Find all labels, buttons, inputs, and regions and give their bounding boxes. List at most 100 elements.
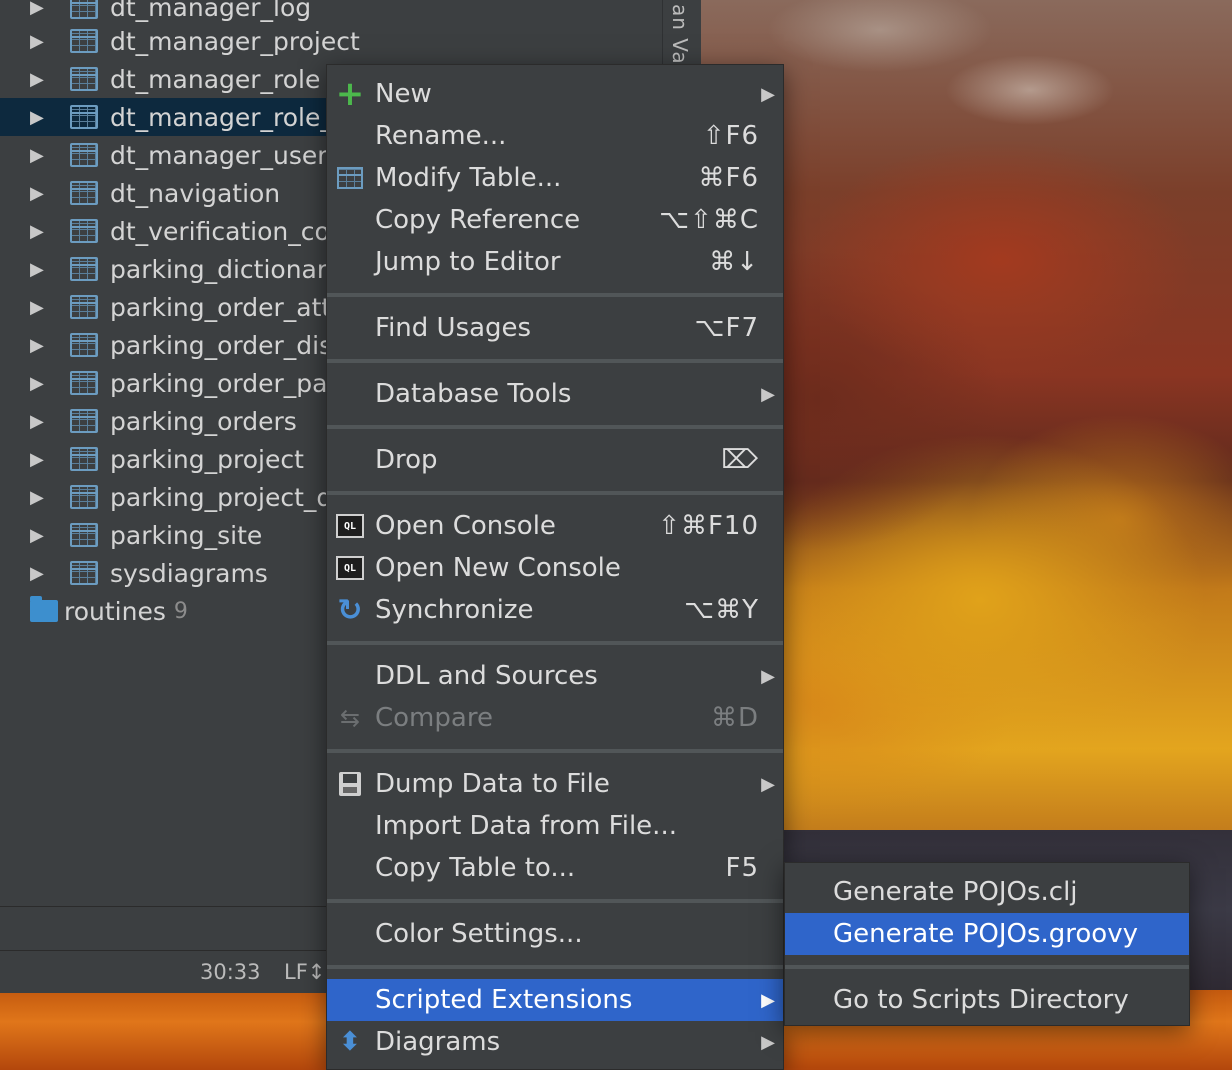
submenu-arrow-icon: ▶ [761, 1031, 775, 1053]
menu-separator [327, 641, 783, 645]
tree-row-label: dt_manager_role_ [110, 102, 333, 132]
tree-row-label: dt_navigation [110, 178, 281, 208]
menu-item-synchronize[interactable]: ↻ Synchronize ⌥⌘Y [327, 589, 783, 631]
expand-arrow-icon[interactable]: ▶ [30, 259, 50, 280]
menu-item-label: Copy Reference [375, 205, 581, 235]
menu-item-label: Diagrams [375, 1027, 501, 1057]
menu-item-database-tools[interactable]: Database Tools ▶ [327, 373, 783, 415]
menu-item-label: Import Data from File... [375, 811, 677, 841]
tool-strip-label[interactable]: an Val [668, 4, 692, 71]
menu-item-modify-table[interactable]: Modify Table... ⌘F6 [327, 157, 783, 199]
menu-separator [327, 425, 783, 429]
table-icon [70, 105, 98, 129]
menu-item-label: Open Console [375, 511, 556, 541]
menu-item-label: New [375, 79, 432, 109]
plus-icon: + [335, 74, 365, 114]
expand-arrow-icon[interactable]: ▶ [30, 31, 50, 52]
menu-separator [327, 491, 783, 495]
routines-count: 9 [173, 598, 188, 624]
expand-arrow-icon[interactable]: ▶ [30, 525, 50, 546]
tree-row-label: parking_project_d [110, 482, 333, 512]
menu-item-shortcut: ⌘D [710, 703, 759, 733]
expand-arrow-icon[interactable]: ▶ [30, 449, 50, 470]
table-icon [70, 181, 98, 205]
line-ending-selector[interactable]: LF↕ [284, 960, 325, 984]
table-icon [70, 447, 98, 471]
expand-arrow-icon[interactable]: ▶ [30, 183, 50, 204]
menu-item-label: Compare [375, 703, 493, 733]
submenu-item-go-to-scripts-directory[interactable]: Go to Scripts Directory [785, 979, 1189, 1021]
menu-item-label: Drop [375, 445, 438, 475]
menu-item-import-data[interactable]: Import Data from File... [327, 805, 783, 847]
menu-separator [327, 965, 783, 969]
table-icon [70, 29, 98, 53]
diagram-icon: ⬍ [339, 1027, 361, 1057]
menu-item-copy-reference[interactable]: Copy Reference ⌥⇧⌘C [327, 199, 783, 241]
table-icon [70, 257, 98, 281]
submenu-item-generate-pojos-clj[interactable]: Generate POJOs.clj [785, 871, 1189, 913]
caret-position[interactable]: 30:33 [200, 960, 261, 984]
menu-item-scripted-extensions[interactable]: Scripted Extensions ▶ [327, 979, 783, 1021]
menu-item-label: Copy Table to... [375, 853, 576, 883]
menu-item-compare[interactable]: ⇆ Compare ⌘D [327, 697, 783, 739]
expand-arrow-icon[interactable]: ▶ [30, 563, 50, 584]
menu-item-copy-table[interactable]: Copy Table to... F5 [327, 847, 783, 889]
expand-arrow-icon[interactable]: ▶ [30, 411, 50, 432]
menu-item-label: Go to Scripts Directory [833, 985, 1129, 1015]
menu-item-color-settings[interactable]: Color Settings... [327, 913, 783, 955]
menu-item-label: DDL and Sources [375, 661, 598, 691]
menu-item-label: Generate POJOs.clj [833, 877, 1078, 907]
table-icon [70, 523, 98, 547]
table-icon [70, 485, 98, 509]
menu-separator [785, 965, 1189, 969]
menu-item-label: Rename... [375, 121, 507, 151]
menu-item-label: Color Settings... [375, 919, 583, 949]
sql-console-icon: QL [335, 511, 365, 541]
table-icon [70, 143, 98, 167]
menu-item-label: Synchronize [375, 595, 534, 625]
table-icon [70, 561, 98, 585]
table-icon [70, 67, 98, 91]
menu-item-shortcut: ⌥⌘Y [684, 595, 759, 625]
expand-arrow-icon[interactable]: ▶ [30, 335, 50, 356]
menu-item-find-usages[interactable]: Find Usages ⌥F7 [327, 307, 783, 349]
submenu-arrow-icon: ▶ [761, 665, 775, 687]
expand-arrow-icon[interactable]: ▶ [30, 221, 50, 242]
menu-item-diagrams[interactable]: ⬍ Diagrams ▶ [327, 1021, 783, 1063]
sync-icon: ↻ [337, 592, 363, 628]
table-icon [70, 409, 98, 433]
menu-item-jump-to-editor[interactable]: Jump to Editor ⌘↓ [327, 241, 783, 283]
tree-row-label: dt_manager_role [110, 64, 321, 94]
expand-arrow-icon[interactable]: ▶ [30, 297, 50, 318]
menu-item-label: Find Usages [375, 313, 532, 343]
menu-item-open-new-console[interactable]: QL Open New Console [327, 547, 783, 589]
folder-icon [30, 596, 58, 622]
expand-arrow-icon[interactable]: ▶ [30, 107, 50, 128]
context-menu: + New ▶ Rename... ⇧F6 Modify Table... ⌘F… [326, 64, 784, 1070]
submenu-arrow-icon: ▶ [761, 773, 775, 795]
expand-arrow-icon[interactable]: ▶ [30, 145, 50, 166]
menu-item-label: Generate POJOs.groovy [833, 919, 1138, 949]
scripted-extensions-submenu: Generate POJOs.clj Generate POJOs.groovy… [784, 862, 1190, 1026]
expand-arrow-icon[interactable]: ▶ [30, 0, 50, 18]
menu-item-ddl-sources[interactable]: DDL and Sources ▶ [327, 655, 783, 697]
submenu-item-generate-pojos-groovy[interactable]: Generate POJOs.groovy [785, 913, 1189, 955]
menu-item-dump-data[interactable]: Dump Data to File ▶ [327, 763, 783, 805]
menu-item-drop[interactable]: Drop ⌦ [327, 439, 783, 481]
menu-item-label: Scripted Extensions [375, 985, 633, 1015]
menu-item-rename[interactable]: Rename... ⇧F6 [327, 115, 783, 157]
submenu-arrow-icon: ▶ [761, 989, 775, 1011]
menu-item-label: Dump Data to File [375, 769, 610, 799]
expand-arrow-icon[interactable]: ▶ [30, 487, 50, 508]
expand-arrow-icon[interactable]: ▶ [30, 373, 50, 394]
table-icon [70, 371, 98, 395]
save-icon [335, 769, 365, 799]
menu-item-new[interactable]: + New ▶ [327, 73, 783, 115]
menu-item-shortcut: ⌘F6 [698, 163, 759, 193]
compare-icon: ⇆ [339, 704, 361, 732]
table-icon [70, 333, 98, 357]
tree-row[interactable]: ▶ dt_manager_project [0, 22, 662, 60]
menu-item-open-console[interactable]: QL Open Console ⇧⌘F10 [327, 505, 783, 547]
menu-item-shortcut: F5 [725, 853, 759, 883]
expand-arrow-icon[interactable]: ▶ [30, 69, 50, 90]
